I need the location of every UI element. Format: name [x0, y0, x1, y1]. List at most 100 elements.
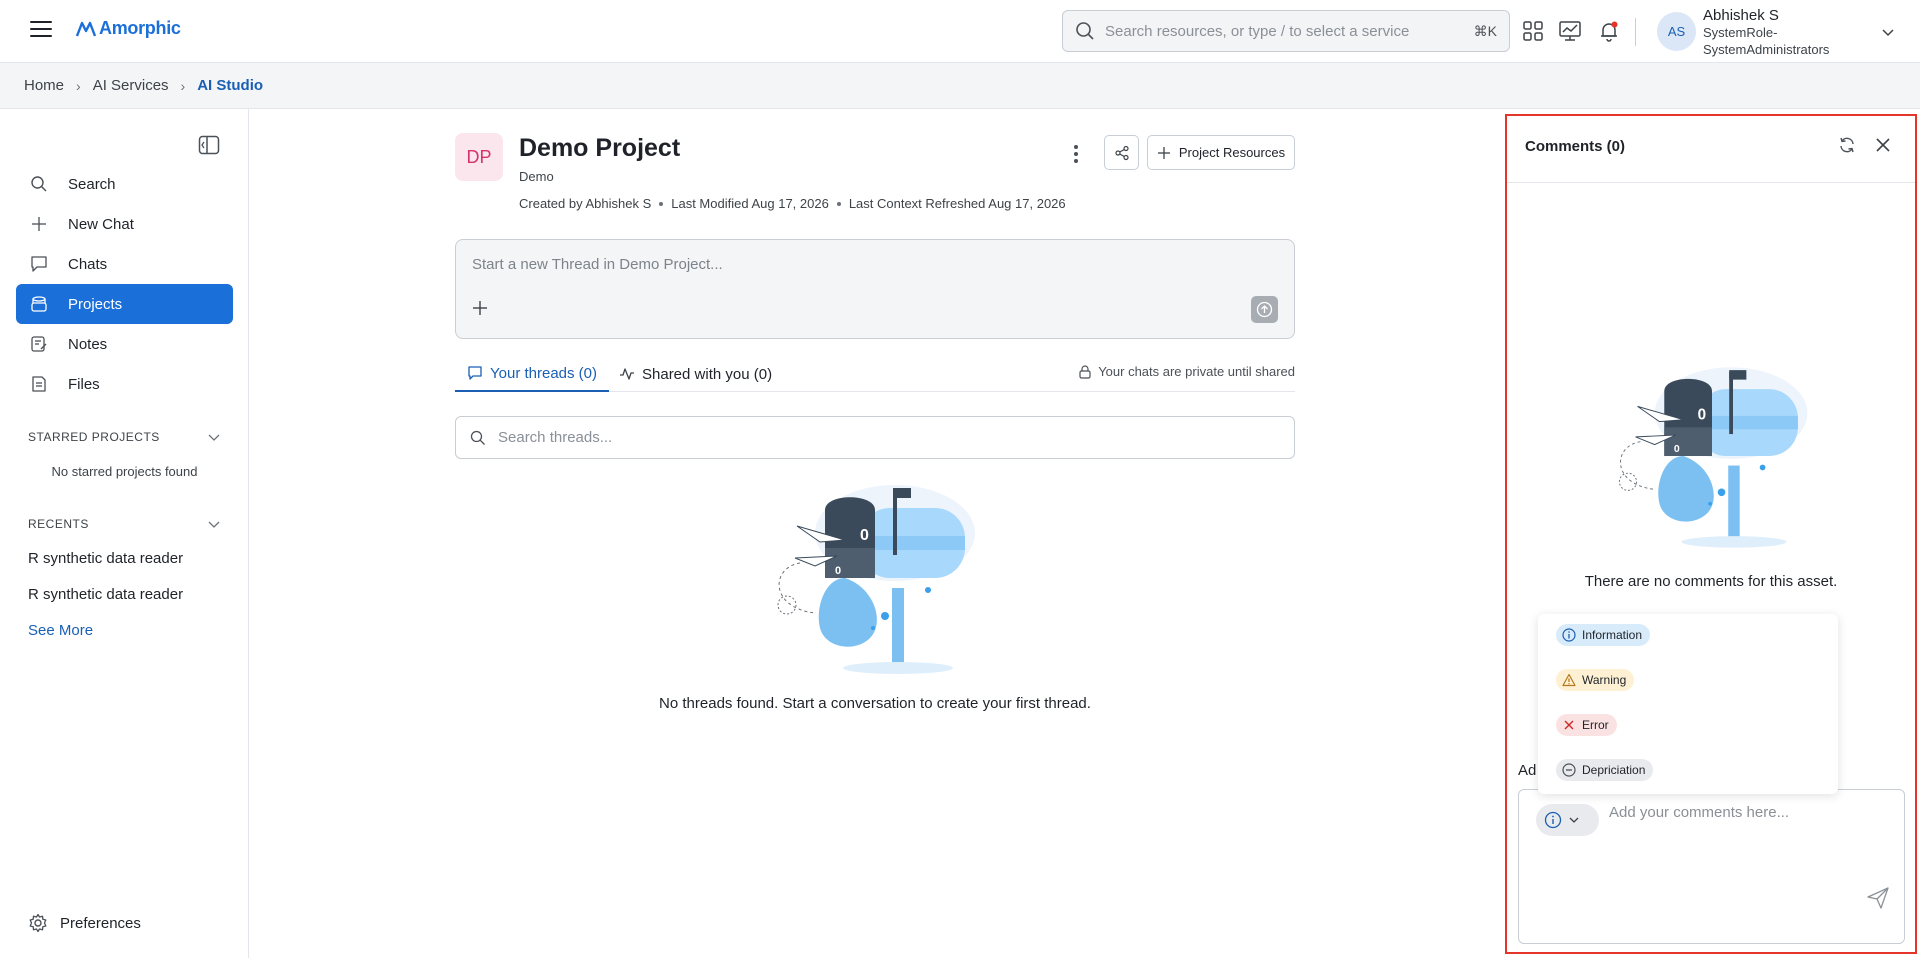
- chip-label: Warning: [1582, 673, 1627, 687]
- global-search[interactable]: ⌘K: [1062, 10, 1510, 52]
- monitor-chart-icon[interactable]: [1558, 19, 1582, 43]
- comments-title: Comments (0): [1525, 138, 1626, 155]
- comment-type-select[interactable]: [1536, 804, 1599, 836]
- comment-textarea[interactable]: [1609, 804, 1889, 884]
- chat-bubble-icon: [29, 254, 49, 274]
- new-thread-input[interactable]: [472, 256, 1232, 273]
- user-name: Abhishek S: [1703, 7, 1779, 24]
- sidebar-item-label: Chats: [68, 255, 108, 273]
- section-title: RECENTS: [28, 517, 89, 531]
- gear-icon: [29, 913, 47, 933]
- svg-text:0: 0: [1698, 407, 1707, 424]
- breadcrumb: Home › AI Services › AI Studio: [0, 63, 1920, 109]
- project-resources-label: Project Resources: [1178, 145, 1286, 160]
- comment-type-depriciation[interactable]: Depriciation: [1556, 759, 1654, 781]
- avatar[interactable]: AS: [1657, 12, 1696, 51]
- search-icon: [470, 430, 485, 445]
- warning-icon: [1562, 673, 1576, 687]
- apps-grid-icon[interactable]: [1521, 19, 1545, 43]
- svg-text:0: 0: [860, 527, 869, 544]
- top-bar: Amorphic ⌘K AS Abhishek S SystemRole-Sys…: [0, 0, 1920, 63]
- info-icon: [1562, 628, 1576, 642]
- starred-empty-text: No starred projects found: [51, 464, 198, 479]
- tab-your-threads[interactable]: Your threads (0): [455, 356, 610, 392]
- notes-icon: [29, 334, 49, 354]
- global-search-input[interactable]: [1105, 22, 1474, 40]
- breadcrumb-ai-services[interactable]: AI Services: [93, 77, 169, 94]
- chevron-down-icon[interactable]: [1880, 24, 1896, 45]
- recents-header[interactable]: RECENTS: [28, 517, 221, 531]
- arrow-up-circle-icon: [1256, 301, 1273, 318]
- preferences-button[interactable]: Preferences: [28, 913, 141, 933]
- sidebar-item-search[interactable]: Search: [16, 164, 233, 204]
- send-icon[interactable]: [1866, 886, 1890, 915]
- close-icon[interactable]: [1875, 137, 1891, 158]
- thread-search[interactable]: [455, 416, 1295, 459]
- empty-mailbox-illustration: 0 0: [777, 485, 975, 674]
- chevron-right-icon: ›: [180, 77, 186, 94]
- thread-tabs: Your threads (0) Shared with you (0) You…: [455, 356, 1295, 392]
- separator-dot: [836, 201, 841, 206]
- user-info[interactable]: Abhishek S SystemRole-SystemAdministrato…: [1703, 7, 1873, 58]
- chevron-down-icon: [1569, 817, 1579, 823]
- comments-header: Comments (0): [1507, 116, 1915, 183]
- sidebar-item-label: New Chat: [68, 215, 134, 233]
- sidebar-item-chats[interactable]: Chats: [16, 244, 233, 284]
- tab-shared-with-you[interactable]: Shared with you (0): [619, 356, 772, 392]
- attach-plus-icon[interactable]: [472, 300, 488, 321]
- search-icon: [29, 174, 49, 194]
- minus-circle-icon: [1562, 763, 1576, 777]
- breadcrumb-home[interactable]: Home: [24, 77, 64, 94]
- plus-icon: [29, 214, 49, 234]
- chip-label: Depriciation: [1582, 763, 1646, 777]
- privacy-note: Your chats are private until shared: [1078, 364, 1295, 379]
- comment-type-error[interactable]: Error: [1556, 714, 1617, 736]
- last-modified: Last Modified Aug 17, 2026: [671, 196, 829, 211]
- empty-threads-text: No threads found. Start a conversation t…: [659, 695, 1091, 712]
- refresh-icon[interactable]: [1838, 136, 1856, 159]
- share-button[interactable]: [1104, 135, 1139, 170]
- lock-icon: [1079, 364, 1091, 379]
- recent-item[interactable]: R synthetic data reader: [28, 550, 183, 567]
- add-comment-label: Ad: [1518, 762, 1537, 779]
- bell-icon[interactable]: [1597, 19, 1621, 43]
- svg-text:0: 0: [1674, 443, 1680, 455]
- project-subtitle: Demo: [519, 169, 554, 184]
- thread-composer: [455, 239, 1295, 339]
- recent-item[interactable]: R synthetic data reader: [28, 586, 183, 603]
- thread-search-input[interactable]: [498, 429, 1280, 446]
- comment-type-warning[interactable]: Warning: [1556, 669, 1635, 691]
- comment-type-information[interactable]: Information: [1556, 624, 1651, 646]
- amorphic-logo[interactable]: Amorphic: [75, 18, 181, 39]
- created-by: Created by Abhishek S: [519, 196, 652, 211]
- sidebar-item-label: Files: [68, 375, 100, 393]
- project-resources-button[interactable]: Project Resources: [1147, 135, 1295, 170]
- sidebar-item-label: Search: [68, 175, 116, 193]
- privacy-note-text: Your chats are private until shared: [1098, 364, 1295, 379]
- see-more-link[interactable]: See More: [28, 622, 93, 639]
- plus-icon: [1157, 146, 1170, 159]
- project-badge: DP: [455, 133, 503, 181]
- comment-input-box: [1518, 789, 1905, 944]
- hamburger-menu-icon[interactable]: [30, 21, 52, 39]
- search-icon: [1076, 22, 1094, 40]
- comments-empty-text: There are no comments for this asset.: [1584, 573, 1838, 590]
- sidebar-collapse-icon[interactable]: [198, 135, 220, 160]
- file-icon: [29, 374, 49, 394]
- chip-label: Error: [1582, 718, 1609, 732]
- x-icon: [1564, 720, 1574, 730]
- sidebar-item-label: Notes: [68, 335, 108, 353]
- user-role: SystemRole-SystemAdministrators: [1703, 25, 1830, 57]
- sidebar-item-notes[interactable]: Notes: [16, 324, 233, 364]
- sidebar-item-files[interactable]: Files: [16, 364, 233, 404]
- sidebar-item-new-chat[interactable]: New Chat: [16, 204, 233, 244]
- send-thread-button[interactable]: [1251, 296, 1278, 323]
- sidebar: Search New Chat Chats Projects Notes Fil…: [0, 109, 249, 958]
- amorphic-logo-icon: [75, 21, 97, 36]
- info-icon: [1544, 811, 1562, 829]
- starred-projects-header[interactable]: STARRED PROJECTS: [28, 430, 221, 444]
- app-name: Amorphic: [99, 18, 181, 38]
- sidebar-item-projects[interactable]: Projects: [16, 284, 233, 324]
- page-title: Demo Project: [519, 134, 681, 162]
- more-options-icon[interactable]: [1068, 142, 1084, 166]
